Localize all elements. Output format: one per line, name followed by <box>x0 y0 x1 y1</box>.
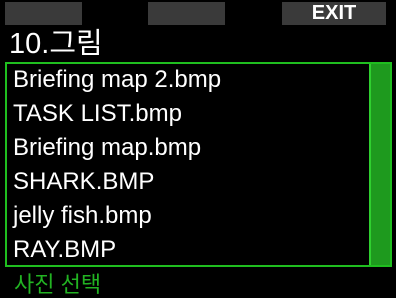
select-photo-hint: 사진 선택 <box>14 272 102 297</box>
file-list: Briefing map 2.bmp TASK LIST.bmp Briefin… <box>5 62 392 267</box>
file-list-item[interactable]: SHARK.BMP <box>7 166 369 200</box>
softkey-bar: EXIT <box>0 2 396 26</box>
file-list-items: Briefing map 2.bmp TASK LIST.bmp Briefin… <box>7 64 369 265</box>
middle-softkey-button[interactable] <box>148 2 225 25</box>
page-title: 10.그림 <box>9 28 103 60</box>
file-list-item[interactable]: Briefing map.bmp <box>7 132 369 166</box>
file-list-item[interactable]: RAY.BMP <box>7 234 369 268</box>
file-list-item[interactable]: TASK LIST.bmp <box>7 98 369 132</box>
left-softkey-button[interactable] <box>5 2 82 25</box>
file-list-item[interactable]: Briefing map 2.bmp <box>7 64 369 98</box>
exit-button[interactable]: EXIT <box>282 2 386 25</box>
file-list-item[interactable]: jelly fish.bmp <box>7 200 369 234</box>
scrollbar[interactable] <box>369 64 390 265</box>
